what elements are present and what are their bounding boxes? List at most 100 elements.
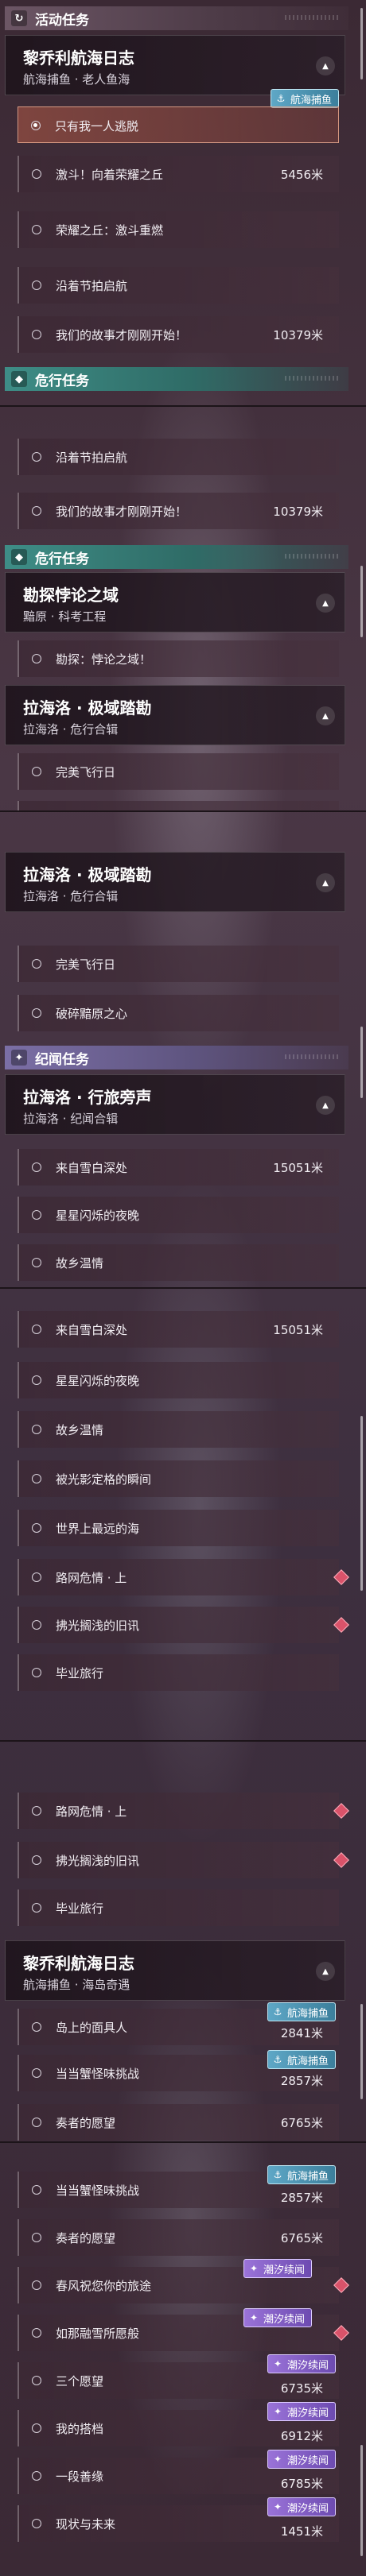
task-item-flight[interactable]: 完美飞行日 [18, 946, 339, 982]
radio [32, 2280, 41, 2290]
task-label: 当当蟹怪味挑战 [56, 2183, 140, 2198]
task-distance: 5456米 [280, 168, 323, 182]
task-item-snow[interactable]: 来自雪白深处 15051米 [18, 1149, 339, 1186]
task-item-farthest[interactable]: 世界上最远的海 [18, 1510, 339, 1546]
task-item-snow[interactable]: 来自雪白深处 15051米 [18, 1311, 339, 1348]
task-label: 完美飞行日 [56, 957, 116, 972]
panel-1: ↻ 活动任务 黎乔利航海日志 航海捕鱼 · 老人鱼海 ▲ ⚓ 航海捕鱼 只有我一人… [0, 0, 366, 405]
task-item-road[interactable]: 路网危情 · 上 [18, 1559, 349, 1595]
radio [32, 2328, 41, 2338]
task-label: 岛上的面具人 [56, 2021, 128, 2035]
section-header-danger[interactable]: ◆ 危行任务 [5, 545, 348, 569]
task-distance: 10379米 [273, 328, 323, 342]
section-header-activity[interactable]: ↻ 活动任务 [5, 6, 348, 30]
chevron-up-icon[interactable]: ▲ [316, 594, 335, 613]
task-item-wish[interactable]: 奏者的愿望 6765米 [18, 2219, 339, 2256]
task-item-break[interactable]: 破碎黯原之心 [18, 995, 339, 1031]
task-group-lahailuo-polar[interactable]: 拉海洛 · 极域踏勘 拉海洛 · 危行合辑 ▲ [5, 685, 345, 745]
task-item-grad[interactable]: 毕业旅行 [18, 1654, 339, 1691]
task-item-road[interactable]: 路网危情 · 上 [18, 1793, 349, 1829]
radio [32, 2068, 41, 2078]
section-header-danger[interactable]: ◆ 危行任务 [5, 367, 348, 391]
scrollbar[interactable] [360, 566, 363, 637]
task-item-paradox[interactable]: 勘探：悖论之域！ [18, 640, 339, 677]
task-item-shallow[interactable]: 拂光搁浅的旧讯 [18, 1842, 349, 1878]
task-distance: 6765米 [280, 2116, 323, 2130]
task-item-story[interactable]: 我们的故事才刚刚开始！ 10379米 [18, 316, 339, 353]
task-group-pq-log2[interactable]: 黎乔利航海日志 航海捕鱼 · 海岛奇遇 ▲ [5, 1940, 345, 2001]
radio [32, 1162, 41, 1172]
radio [32, 452, 41, 462]
task-item-escape[interactable]: 只有我一人逃脱 [18, 106, 339, 143]
task-item-story[interactable]: 我们的故事才刚刚开始！ 10379米 [18, 493, 339, 529]
tide-icon: ✦ [273, 2358, 282, 2369]
task-item-flight[interactable]: 完美飞行日 [18, 753, 339, 790]
panel-4: 来自雪白深处 15051米 星星闪烁的夜晚 故乡温情 被光影定格的瞬间 世界上最… [0, 1287, 366, 1742]
section-title: 危行任务 [35, 373, 89, 389]
task-label: 奏者的愿望 [56, 2116, 116, 2130]
task-label: 路网危情 · 上 [56, 1804, 127, 1819]
task-label: 故乡温情 [56, 1423, 104, 1437]
task-item-old[interactable]: 故乡温情 [18, 1244, 339, 1281]
scrollbar[interactable] [360, 1027, 363, 1098]
task-label: 来自雪白深处 [56, 1161, 128, 1175]
section-deco [285, 15, 341, 20]
scrollbar[interactable] [360, 2004, 363, 2099]
group-subtitle: 拉海洛 · 危行合辑 [23, 722, 119, 737]
task-item-charge[interactable]: 激斗！向着荣耀之丘 5456米 [18, 156, 339, 192]
task-label: 星星闪烁的夜晚 [56, 1374, 140, 1388]
task-item-stars[interactable]: 星星闪烁的夜晚 [18, 1362, 339, 1398]
radio [32, 654, 41, 663]
refresh-icon: ↻ [11, 10, 27, 26]
chevron-up-icon[interactable]: ▲ [316, 873, 335, 892]
tide-badge: ✦ 潮汐续闻 [267, 2354, 337, 2373]
task-label: 如那融雪所愿般 [56, 2327, 140, 2341]
task-label: 毕业旅行 [56, 1666, 104, 1681]
task-item-glory[interactable]: 荣耀之丘：激斗重燃 [18, 211, 339, 248]
scrollbar[interactable] [360, 8, 363, 79]
task-distance: 2841米 [280, 2026, 323, 2040]
radio [32, 330, 41, 339]
group-title: 黎乔利航海日志 [23, 48, 134, 68]
radio [32, 169, 41, 179]
task-group-pq-log[interactable]: 黎乔利航海日志 航海捕鱼 · 老人鱼海 ▲ [5, 35, 345, 95]
tide-icon: ✦ [249, 2263, 259, 2274]
task-item-stars[interactable]: 星星闪烁的夜晚 [18, 1197, 339, 1233]
radio [32, 1258, 41, 1267]
fishing-badge: ⚓ 航海捕鱼 [271, 89, 340, 108]
task-item-grad[interactable]: 毕业旅行 [18, 1889, 339, 1926]
chevron-up-icon[interactable]: ▲ [316, 1096, 335, 1115]
fishing-badge: ⚓ 航海捕鱼 [267, 2050, 337, 2069]
panel-5: 路网危情 · 上 拂光搁浅的旧讯 毕业旅行 黎乔利航海日志 航海捕鱼 · 海岛奇… [0, 1740, 366, 2143]
task-group-lahailuo-polar[interactable]: 拉海洛 · 极域踏勘 拉海洛 · 危行合辑 ▲ [5, 852, 345, 912]
task-label: 当当蟹怪味挑战 [56, 2067, 140, 2081]
scrollbar[interactable] [360, 2445, 363, 2556]
chevron-up-icon[interactable]: ▲ [316, 1962, 335, 1981]
section-deco [285, 554, 341, 559]
radio [32, 2519, 41, 2528]
task-item-moment[interactable]: 被光影定格的瞬间 [18, 1460, 339, 1497]
task-group-explore[interactable]: 勘探悖论之域 黯原 · 科考工程 ▲ [5, 572, 345, 632]
task-group-lahailuo-walk[interactable]: 拉海洛 · 行旅旁声 拉海洛 · 纪闻合辑 ▲ [5, 1074, 345, 1135]
chevron-up-icon[interactable]: ▲ [316, 56, 335, 75]
section-header-legend[interactable]: ✦ 纪闻任务 [5, 1046, 348, 1069]
group-title: 拉海洛 · 极域踏勘 [23, 698, 152, 717]
scrollbar[interactable] [360, 1416, 363, 1591]
task-distance: 6912米 [280, 2429, 323, 2443]
task-label: 拂光搁浅的旧讯 [56, 1854, 140, 1868]
task-item-wish[interactable]: 奏者的愿望 6765米 [18, 2104, 339, 2141]
marker-diamond-icon [333, 1617, 349, 1633]
panel-3: 拉海洛 · 极域踏勘 拉海洛 · 危行合辑 ▲ 完美飞行日 破碎黯原之心 ✦ 纪… [0, 810, 366, 1289]
chevron-up-icon[interactable]: ▲ [316, 706, 335, 725]
task-label: 星星闪烁的夜晚 [56, 1209, 140, 1223]
task-item-old[interactable]: 故乡温情 [18, 1411, 339, 1448]
radio [32, 2185, 41, 2195]
marker-diamond-icon [333, 1852, 349, 1868]
task-item-festival[interactable]: 沿着节拍启航 [18, 439, 339, 475]
task-distance: 15051米 [273, 1323, 323, 1337]
group-title: 拉海洛 · 极域踏勘 [23, 865, 152, 884]
radio [32, 2118, 41, 2127]
task-item-festival[interactable]: 沿着节拍启航 [18, 267, 339, 304]
task-item-shallow[interactable]: 拂光搁浅的旧讯 [18, 1607, 349, 1643]
section-deco [285, 1054, 341, 1059]
